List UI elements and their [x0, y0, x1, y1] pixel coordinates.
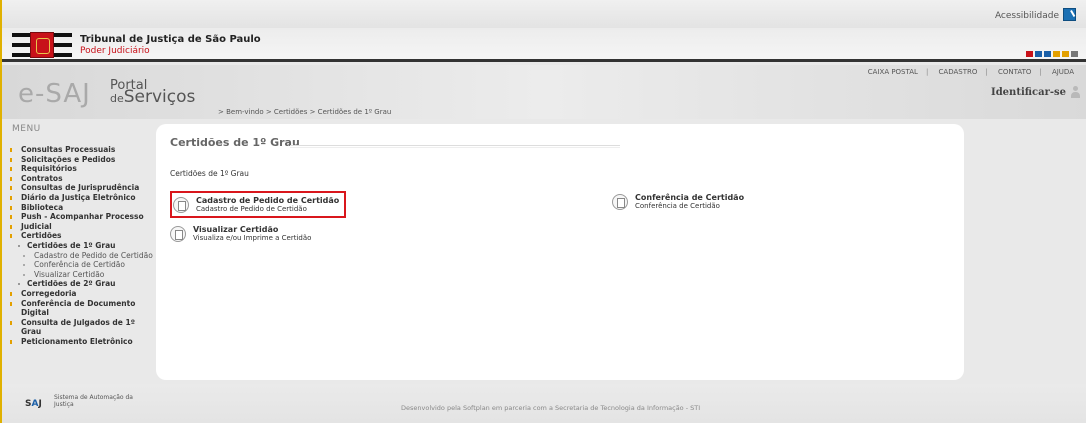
menu-title: MENU	[12, 124, 41, 134]
cadastro-title[interactable]: Cadastro de Pedido de Certidão	[196, 196, 339, 205]
sidebar-item[interactable]: Certidões de 2º Grau	[8, 279, 154, 289]
sidebar-item[interactable]: Conferência de Certidão	[8, 260, 154, 270]
accessibility-label[interactable]: Acessibilidade	[995, 11, 1059, 21]
sidebar-item[interactable]: Certidões de 1º Grau	[8, 241, 154, 251]
visualizar-certidao-option[interactable]: Visualizar Certidão Visualiza e/ou Impri…	[170, 225, 311, 242]
menu-list: Consultas Processuais Solicitações e Pedi…	[8, 145, 154, 346]
title-divider	[290, 145, 620, 148]
footer-credit: Desenvolvido pela Softplan em parceria c…	[401, 404, 701, 412]
top-links: CAIXA POSTAL | CADASTRO | CONTATO | AJUDA	[864, 68, 1078, 76]
sidebar-item[interactable]: Judicial	[8, 222, 154, 232]
sidebar-item[interactable]: Conferência de Documento Digital	[8, 299, 154, 318]
cadastro-description: Cadastro de Pedido de Certidão	[196, 205, 307, 213]
color-square	[1026, 51, 1033, 57]
conferencia-title[interactable]: Conferência de Certidão	[635, 193, 744, 202]
accessibility-icon[interactable]	[1063, 8, 1076, 21]
page: Acessibilidade Tribunal de Justiça de Sã…	[0, 0, 1086, 423]
color-square	[1053, 51, 1060, 57]
court-header: Tribunal de Justiça de São Paulo Poder J…	[2, 28, 1086, 62]
breadcrumb-bar: > Bem-vindo > Certidões > Certidões de 1…	[2, 104, 1086, 120]
certificate-request-icon[interactable]	[173, 196, 189, 213]
conferencia-certidao-option[interactable]: Conferência de Certidão Conferência de C…	[612, 193, 744, 210]
conferencia-description: Conferência de Certidão	[635, 202, 720, 210]
court-subtitle: Poder Judiciário	[80, 46, 150, 56]
court-title: Tribunal de Justiça de São Paulo	[80, 34, 261, 45]
color-square	[1071, 51, 1078, 57]
saj-footer-logo: SAJ	[25, 399, 42, 409]
sidebar-item[interactable]: Consultas Processuais	[8, 145, 154, 155]
color-square	[1035, 51, 1042, 57]
sidebar-item[interactable]: Cadastro de Pedido de Certidão	[8, 251, 154, 261]
sidebar-item[interactable]: Peticionamento Eletrônico	[8, 337, 154, 347]
visualizar-title[interactable]: Visualizar Certidão	[193, 225, 311, 234]
visualizar-description: Visualiza e/ou Imprime a Certidão	[193, 234, 312, 242]
top-bar: Acessibilidade	[2, 0, 1086, 28]
link-cadastro[interactable]: CADASTRO	[939, 68, 978, 76]
certificate-view-icon[interactable]	[170, 225, 186, 242]
sidebar-item[interactable]: Consultas de Jurisprudência	[8, 183, 154, 193]
sidebar-item[interactable]: Biblioteca	[8, 203, 154, 213]
sidebar-item[interactable]: Certidões	[8, 231, 154, 241]
footer-system-name: Sistema de Automação da Justiça	[54, 394, 133, 408]
link-contato[interactable]: CONTATO	[998, 68, 1031, 76]
link-caixa-postal[interactable]: CAIXA POSTAL	[868, 68, 918, 76]
color-square	[1062, 51, 1069, 57]
sidebar-menu: MENU Consultas Processuais Solicitações e…	[2, 120, 156, 380]
sidebar-item[interactable]: Visualizar Certidão	[8, 270, 154, 280]
user-icon[interactable]	[1070, 86, 1080, 98]
identify-link[interactable]: Identificar-se	[991, 87, 1066, 98]
color-square	[1044, 51, 1051, 57]
link-separator: |	[925, 68, 929, 76]
coat-of-arms-icon	[30, 32, 54, 58]
cadastro-pedido-certidao-option[interactable]: Cadastro de Pedido de Certidão Cadastro …	[170, 191, 347, 218]
link-ajuda[interactable]: AJUDA	[1052, 68, 1074, 76]
sidebar-item[interactable]: Solicitações e Pedidos	[8, 155, 154, 165]
sidebar-item[interactable]: Push - Acompanhar Processo	[8, 212, 154, 222]
sidebar-item[interactable]: Diário da Justiça Eletrônico	[8, 193, 154, 203]
page-title: Certidões de 1º Grau	[170, 136, 300, 149]
link-separator: |	[1039, 68, 1042, 76]
sidebar-item[interactable]: Contratos	[8, 174, 154, 184]
section-label: Certidões de 1º Grau	[170, 169, 249, 178]
sidebar-item[interactable]: Corregedoria	[8, 289, 154, 299]
sao-paulo-flag-logo	[12, 32, 72, 58]
sidebar-item[interactable]: Requisitórios	[8, 164, 154, 174]
footer: SAJ Sistema de Automação da Justiça Dese…	[2, 384, 1086, 423]
color-squares	[1024, 50, 1078, 59]
certificate-check-icon[interactable]	[612, 193, 628, 210]
link-separator: |	[985, 68, 988, 76]
sidebar-item[interactable]: Consulta de Julgados de 1º Grau	[8, 318, 154, 337]
accessibility-link[interactable]: Acessibilidade	[995, 8, 1076, 21]
saj-logo-j: J	[38, 399, 42, 409]
breadcrumb[interactable]: > Bem-vindo > Certidões > Certidões de 1…	[218, 108, 391, 116]
main-content: Certidões de 1º Grau Certidões de 1º Gra…	[156, 124, 964, 380]
